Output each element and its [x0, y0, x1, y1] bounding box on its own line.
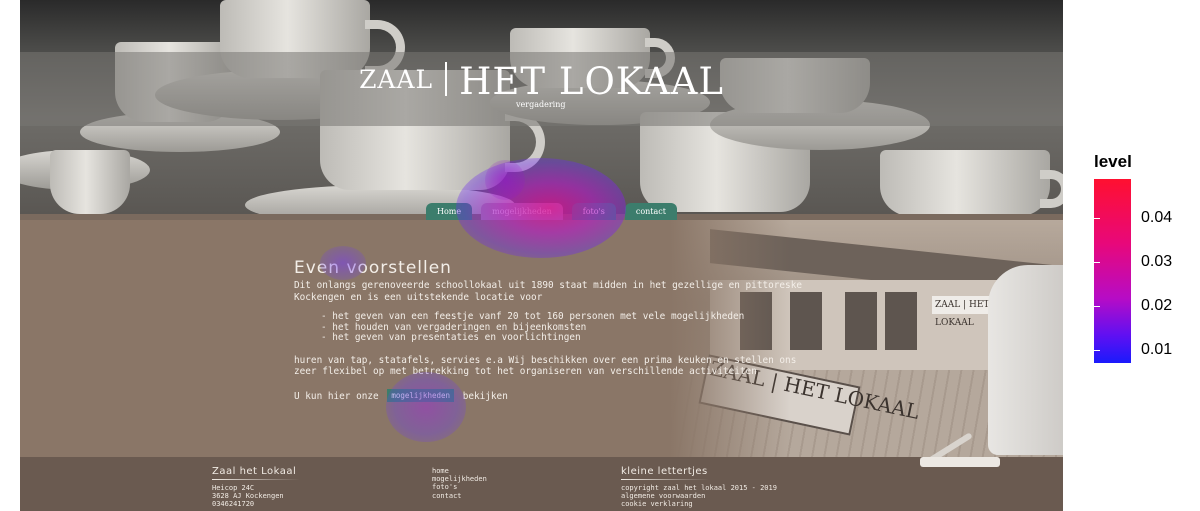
- legend-title: level: [1094, 152, 1132, 171]
- logo-name: HET LOKAAL: [459, 60, 724, 103]
- more-suffix: bekijken: [462, 390, 508, 402]
- heatmap-legend: level 0.04 0.03 0.02 0.01: [1080, 148, 1200, 378]
- logo-subtitle: vergadering: [516, 100, 566, 109]
- footer-phone: 0346241720: [212, 500, 255, 509]
- footer-legal-title: kleine lettertjes: [621, 466, 708, 477]
- footer-street: Heicop 24C: [212, 484, 255, 492]
- legend-tick-label: 0.04: [1141, 209, 1173, 226]
- intro-list: - het geven van een feestje vanf 20 tot …: [321, 311, 804, 344]
- more-prefix: U kun hier onze: [294, 390, 379, 402]
- footer-link-cookies[interactable]: cookie verklaring: [621, 500, 777, 508]
- nav-mogelijkheden[interactable]: mogelijkheden: [481, 203, 563, 220]
- nav-home[interactable]: Home: [426, 203, 473, 220]
- website-screenshot: ZAAL HET LOKAAL vergadering Home mogelijk…: [20, 0, 1063, 511]
- hero-banner: ZAAL HET LOKAAL vergadering: [20, 0, 1063, 214]
- main-nav: Home mogelijkheden foto's contact: [426, 203, 677, 220]
- legend-tick-label: 0.02: [1141, 297, 1173, 314]
- footer-link-mogelijkheden[interactable]: mogelijkheden: [432, 475, 487, 483]
- footer-link-contact[interactable]: contact: [432, 492, 487, 500]
- intro-section: Even voorstellen Dit onlangs gerenoveerd…: [294, 258, 804, 402]
- footer-copyright: copyright zaal het lokaal 2015 - 2019: [621, 484, 777, 492]
- footer-address-title: Zaal het Lokaal: [212, 466, 297, 477]
- footer-link-voorwaarden[interactable]: algemene voorwaarden: [621, 492, 777, 500]
- legend-color-bar: [1094, 179, 1131, 363]
- footer-address: Zaal het Lokaal Heicop 24C 3628 AJ Kocke…: [212, 466, 300, 509]
- legend-tick-label: 0.03: [1141, 253, 1173, 270]
- nav-contact[interactable]: contact: [624, 203, 677, 220]
- site-footer: Zaal het Lokaal Heicop 24C 3628 AJ Kocke…: [20, 432, 1063, 511]
- footer-link-home[interactable]: home: [432, 467, 487, 475]
- mogelijkheden-button[interactable]: mogelijkheden: [387, 388, 455, 402]
- main-content: ZAAL | HET LOKAAL ZAAL | HET LOKAAL Even…: [20, 220, 1063, 457]
- logo-divider: [445, 62, 448, 96]
- logo-prefix: ZAAL: [359, 65, 434, 94]
- list-item: - het geven van presentaties en voorlich…: [321, 332, 581, 343]
- footer-legal: kleine lettertjes copyright zaal het lok…: [621, 466, 777, 509]
- legend-tick-label: 0.01: [1141, 341, 1173, 358]
- footer-link-fotos[interactable]: foto's: [432, 483, 487, 491]
- chalk-decoration: [920, 457, 1000, 467]
- intro-paragraph: Dit onlangs gerenoveerde schoollokaal ui…: [294, 280, 802, 303]
- list-item: - het geven van een feestje vanf 20 tot …: [321, 311, 745, 322]
- intro-heading: Even voorstellen: [294, 258, 452, 278]
- wall-sign: ZAAL | HET LOKAAL: [932, 296, 996, 328]
- nav-fotos[interactable]: foto's: [571, 203, 616, 220]
- footer-city: 3628 AJ Kockengen: [212, 492, 284, 501]
- site-logo[interactable]: ZAAL HET LOKAAL: [20, 60, 1063, 103]
- footer-links: home mogelijkheden foto's contact: [432, 467, 487, 500]
- intro-paragraph-2: huren van tap, statafels, servies e.a Wi…: [294, 354, 797, 378]
- more-line: U kun hier onze mogelijkheden bekijken: [294, 388, 804, 402]
